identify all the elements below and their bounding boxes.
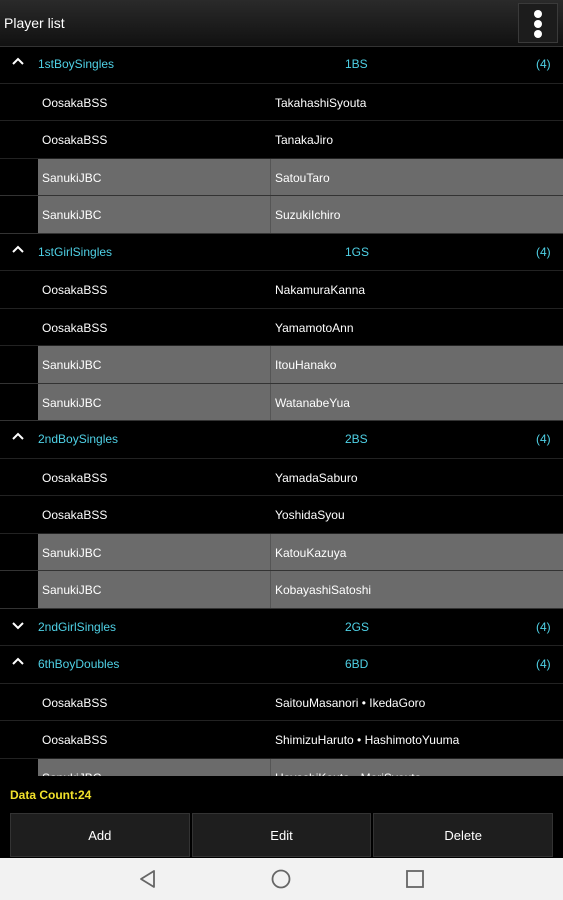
team-name: SanukiJBC — [42, 208, 102, 222]
chevron-up-icon[interactable] — [11, 55, 25, 69]
team-name: OosakaBSS — [42, 695, 108, 710]
player-name: ItouHanako — [275, 358, 337, 372]
player-list[interactable]: 1stBoySingles 1BS (4) OosakaBSS TakahashiSyo… — [0, 46, 563, 776]
chevron-down-icon[interactable] — [11, 618, 25, 632]
delete-button[interactable]: Delete — [373, 813, 554, 857]
group-name: 2ndBoySingles — [38, 432, 119, 446]
team-name: SanukiJBC — [42, 395, 102, 410]
page-title: Player list — [4, 15, 65, 31]
player-name: HayashiKouta • MoriSyouta — [275, 771, 421, 777]
player-name: KobayashiSatoshi — [275, 583, 372, 597]
player-name: SaitouMasanori • IkedaGoro — [275, 695, 426, 710]
team-name: OosakaBSS — [42, 320, 108, 335]
player-row[interactable]: SanukiJBC KobayashiSatoshi — [0, 571, 563, 609]
add-button[interactable]: Add — [10, 813, 190, 857]
player-name: NakamuraKanna — [275, 283, 366, 297]
team-name: SanukiJBC — [42, 170, 102, 185]
player-name: TakahashiSyouta — [275, 95, 367, 110]
player-row[interactable]: SanukiJBC HayashiKouta • MoriSyouta — [0, 758, 563, 777]
group-name: 6thBoyDoubles — [38, 657, 120, 671]
recents-icon[interactable] — [404, 868, 426, 890]
back-icon[interactable] — [137, 868, 159, 890]
group-code: 1BS — [345, 57, 368, 71]
team-name: SanukiJBC — [42, 545, 102, 560]
app-bar: Player list — [0, 0, 563, 47]
group-count: (4) — [536, 619, 551, 634]
player-row[interactable]: OosakaBSS TakahashiSyouta — [0, 84, 563, 121]
group-count: (4) — [536, 57, 551, 71]
player-name: SuzukiIchiro — [275, 208, 341, 222]
chevron-up-icon[interactable] — [11, 430, 25, 444]
player-name: WatanabeYua — [275, 395, 350, 410]
edit-button[interactable]: Edit — [191, 813, 372, 857]
team-name: SanukiJBC — [42, 771, 101, 777]
player-row[interactable]: OosakaBSS ShimizuHaruto • HashimotoYuuma — [0, 721, 563, 759]
player-name: KatouKazuya — [275, 545, 347, 560]
player-row[interactable]: SanukiJBC ItouHanako — [0, 346, 563, 384]
player-row[interactable]: SanukiJBC KatouKazuya — [0, 533, 563, 571]
player-row[interactable]: OosakaBSS NakamuraKanna — [0, 271, 563, 309]
player-row[interactable]: OosakaBSS YoshidaSyou — [0, 496, 563, 534]
player-name: YamadaSaburo — [275, 470, 358, 485]
team-name: OosakaBSS — [42, 470, 108, 485]
group-code: 1GS — [345, 244, 370, 259]
player-name: YamamotoAnn — [275, 320, 354, 335]
team-name: OosakaBSS — [42, 508, 108, 522]
overflow-menu-button[interactable] — [518, 3, 558, 43]
team-name: SanukiJBC — [42, 358, 102, 372]
group-header[interactable]: 2ndBoySingles 2BS (4) — [0, 421, 563, 459]
player-row[interactable]: SanukiJBC SatouTaro — [0, 158, 563, 196]
chevron-up-icon[interactable] — [11, 243, 25, 257]
group-count: (4) — [536, 244, 551, 259]
player-name: ShimizuHaruto • HashimotoYuuma — [275, 733, 460, 747]
player-row[interactable]: OosakaBSS TanakaJiro — [0, 121, 563, 159]
group-code: 6BD — [345, 657, 369, 671]
team-name: OosakaBSS — [42, 733, 108, 747]
data-count: Data Count:24 — [10, 788, 92, 802]
group-name: 1stBoySingles — [38, 57, 115, 71]
group-header[interactable]: 6thBoyDoubles 6BD (4) — [0, 646, 563, 684]
group-count: (4) — [536, 432, 551, 446]
player-name: SatouTaro — [275, 170, 330, 185]
home-icon[interactable] — [270, 868, 292, 890]
group-name: 2ndGirlSingles — [38, 619, 117, 634]
group-code: 2BS — [345, 432, 368, 446]
group-header[interactable]: 2ndGirlSingles 2GS (4) — [0, 609, 563, 646]
group-count: (4) — [536, 657, 551, 671]
player-row[interactable]: OosakaBSS YamamotoAnn — [0, 309, 563, 346]
system-nav-bar — [0, 858, 563, 900]
team-name: OosakaBSS — [42, 283, 108, 297]
player-name: YoshidaSyou — [275, 508, 345, 522]
group-name: 1stGirlSingles — [38, 244, 113, 259]
player-row[interactable]: SanukiJBC WatanabeYua — [0, 383, 563, 421]
group-header[interactable]: 1stBoySingles 1BS (4) — [0, 46, 563, 84]
player-row[interactable]: SanukiJBC SuzukiIchiro — [0, 196, 563, 234]
player-row[interactable]: OosakaBSS SaitouMasanori • IkedaGoro — [0, 684, 563, 721]
player-name: TanakaJiro — [275, 133, 334, 147]
group-header[interactable]: 1stGirlSingles 1GS (4) — [0, 234, 563, 271]
chevron-up-icon[interactable] — [11, 655, 25, 669]
team-name: OosakaBSS — [42, 133, 108, 147]
team-name: OosakaBSS — [42, 95, 108, 110]
action-bar: Add Edit Delete — [10, 813, 554, 857]
team-name: SanukiJBC — [42, 583, 102, 597]
player-row[interactable]: OosakaBSS YamadaSaburo — [0, 459, 563, 496]
group-code: 2GS — [345, 619, 370, 634]
